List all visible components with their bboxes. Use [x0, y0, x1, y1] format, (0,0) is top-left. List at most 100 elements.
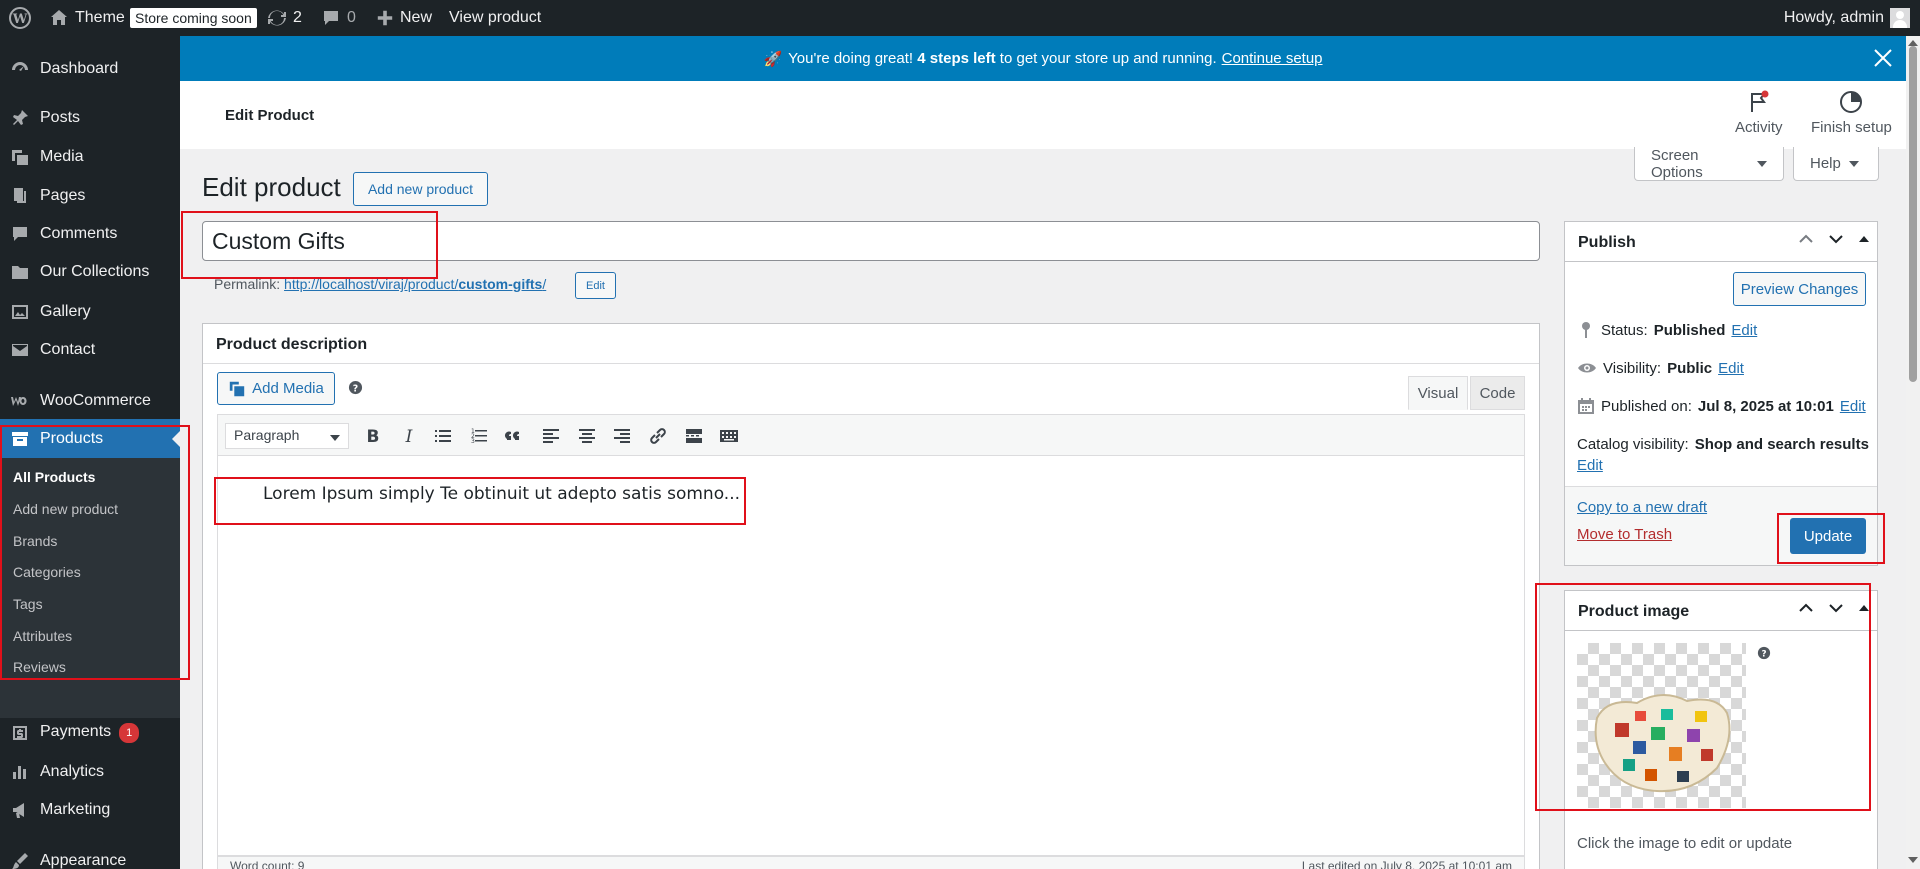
- sidebar-item-appearance[interactable]: Appearance: [0, 841, 180, 869]
- sidebar-item-gallery[interactable]: Gallery: [0, 292, 180, 332]
- scroll-up-icon[interactable]: [1908, 38, 1918, 46]
- updates-link[interactable]: 2: [267, 0, 302, 36]
- pages-icon: [14, 188, 26, 203]
- banner-text-after: to get your store up and running.: [999, 50, 1217, 67]
- move-down-icon[interactable]: [1827, 230, 1845, 248]
- permalink-link[interactable]: http://localhost/viraj/product/custom-gi…: [284, 276, 546, 292]
- add-media-button[interactable]: Add Media: [217, 372, 335, 405]
- scrollbar-thumb[interactable]: [1909, 46, 1917, 382]
- activity-label: Activity: [1735, 119, 1783, 136]
- page-heading: Edit product: [202, 172, 341, 202]
- permalink-end: /: [542, 276, 547, 292]
- word-count: Word count: 9: [230, 859, 305, 869]
- sidebar-item-our-collections[interactable]: Our Collections: [0, 252, 180, 292]
- brush-icon: [12, 853, 28, 869]
- edit-date-link[interactable]: Edit: [1840, 398, 1866, 415]
- sidebar-item-payments[interactable]: Payments 1: [0, 713, 180, 753]
- sidebar-item-woocommerce[interactable]: WooCommerce: [0, 381, 180, 421]
- preview-changes-button[interactable]: Preview Changes: [1733, 272, 1866, 306]
- sidebar-item-posts[interactable]: Posts: [0, 98, 180, 138]
- sidebar-item-pages[interactable]: Pages: [0, 176, 180, 216]
- finish-setup-label: Finish setup: [1811, 119, 1892, 136]
- add-new-product-button[interactable]: Add new product: [353, 172, 488, 206]
- close-icon[interactable]: [1872, 47, 1894, 69]
- permalink-base: http://localhost/viraj/product/: [284, 276, 459, 292]
- comments-count: 0: [347, 9, 356, 26]
- bullet-list-icon[interactable]: [432, 425, 454, 447]
- visibility-row: Visibility: Public Edit: [1577, 359, 1744, 377]
- help-button[interactable]: Help: [1793, 147, 1879, 181]
- keyboard-icon[interactable]: [718, 425, 740, 447]
- continue-setup-link[interactable]: Continue setup: [1222, 50, 1323, 67]
- sidebar-item-dashboard[interactable]: Dashboard: [0, 49, 180, 89]
- progress-circle-icon: [1840, 91, 1863, 113]
- align-right-icon[interactable]: [611, 425, 633, 447]
- sidebar-item-media[interactable]: Media: [0, 137, 180, 177]
- wordpress-logo-icon[interactable]: W: [8, 0, 32, 36]
- plus-icon: [377, 10, 393, 26]
- tab-visual[interactable]: Visual: [1408, 376, 1468, 410]
- sidebar-item-label: Marketing: [40, 801, 111, 818]
- bold-icon[interactable]: B: [362, 425, 384, 447]
- read-more-icon[interactable]: [683, 425, 705, 447]
- view-product-label: View product: [449, 9, 542, 26]
- home-icon: [51, 10, 67, 25]
- avatar: [1890, 8, 1910, 28]
- setup-banner: 🚀 You're doing great! 4 steps left to ge…: [180, 36, 1906, 81]
- sidebar-item-label: Posts: [40, 109, 81, 126]
- finish-setup-button[interactable]: Finish setup: [1811, 89, 1892, 136]
- format-select[interactable]: Paragraph: [225, 423, 349, 449]
- numbered-list-icon[interactable]: 123: [468, 425, 490, 447]
- pin-status-icon: [1582, 322, 1590, 338]
- editor-status-bar: Word count: 9 Last edited on July 8, 202…: [217, 856, 1525, 869]
- sidebar-item-analytics[interactable]: Analytics: [0, 752, 180, 792]
- update-icon: [268, 10, 286, 26]
- help-icon[interactable]: ?: [348, 380, 363, 395]
- link-icon[interactable]: [647, 425, 669, 447]
- sidebar-item-comments[interactable]: Comments: [0, 214, 180, 254]
- help-label: Help: [1810, 155, 1841, 172]
- view-product-link[interactable]: View product: [449, 0, 541, 36]
- sidebar-item-contact[interactable]: Contact: [0, 330, 180, 370]
- collapse-icon[interactable]: [1857, 232, 1871, 246]
- sidebar-item-label: Pages: [40, 187, 86, 204]
- sidebar-item-label: Dashboard: [40, 60, 119, 77]
- edit-status-link[interactable]: Edit: [1731, 322, 1757, 339]
- blockquote-icon[interactable]: [504, 425, 526, 447]
- flag-icon: [1750, 90, 1769, 112]
- status-row: Status: Published Edit: [1577, 321, 1757, 339]
- highlight-box-products-menu: [0, 425, 190, 680]
- edit-catalog-link[interactable]: Edit: [1577, 457, 1603, 474]
- store-coming-soon-badge[interactable]: Store coming soon: [130, 0, 257, 36]
- comments-link[interactable]: 0: [321, 0, 356, 36]
- sidebar-item-label: Comments: [40, 225, 118, 242]
- edit-permalink-button[interactable]: Edit: [575, 272, 616, 299]
- site-name: Theme: [75, 9, 125, 26]
- edit-visibility-link[interactable]: Edit: [1718, 360, 1744, 377]
- woocommerce-icon: [11, 397, 27, 406]
- italic-icon[interactable]: I: [398, 425, 420, 447]
- new-content-link[interactable]: New: [376, 0, 432, 36]
- svg-text:I: I: [405, 427, 413, 447]
- align-left-icon[interactable]: [540, 425, 562, 447]
- my-account-menu[interactable]: Howdy, admin: [1784, 0, 1910, 36]
- payments-label: Payments: [40, 723, 112, 740]
- visibility-label: Visibility:: [1603, 359, 1662, 377]
- published-label: Published on:: [1601, 397, 1692, 415]
- sidebar-item-marketing[interactable]: Marketing: [0, 790, 180, 830]
- align-center-icon[interactable]: [576, 425, 598, 447]
- scroll-down-icon[interactable]: [1908, 857, 1918, 865]
- mail-icon: [12, 344, 28, 356]
- move-to-trash-link[interactable]: Move to Trash: [1577, 526, 1672, 543]
- screen-options-button[interactable]: Screen Options: [1634, 147, 1784, 181]
- tab-code[interactable]: Code: [1470, 376, 1525, 410]
- megaphone-icon: [13, 803, 24, 818]
- activity-button[interactable]: Activity: [1735, 89, 1783, 136]
- banner-text: You're doing great! 4 steps left to get …: [788, 50, 1216, 67]
- copy-to-draft-link[interactable]: Copy to a new draft: [1577, 499, 1707, 516]
- payments-icon: [13, 726, 27, 740]
- site-name-link[interactable]: Theme: [49, 0, 125, 36]
- dropdown-arrow-icon: [1848, 160, 1859, 167]
- move-up-icon[interactable]: [1797, 230, 1815, 248]
- payments-badge: 1: [119, 723, 140, 743]
